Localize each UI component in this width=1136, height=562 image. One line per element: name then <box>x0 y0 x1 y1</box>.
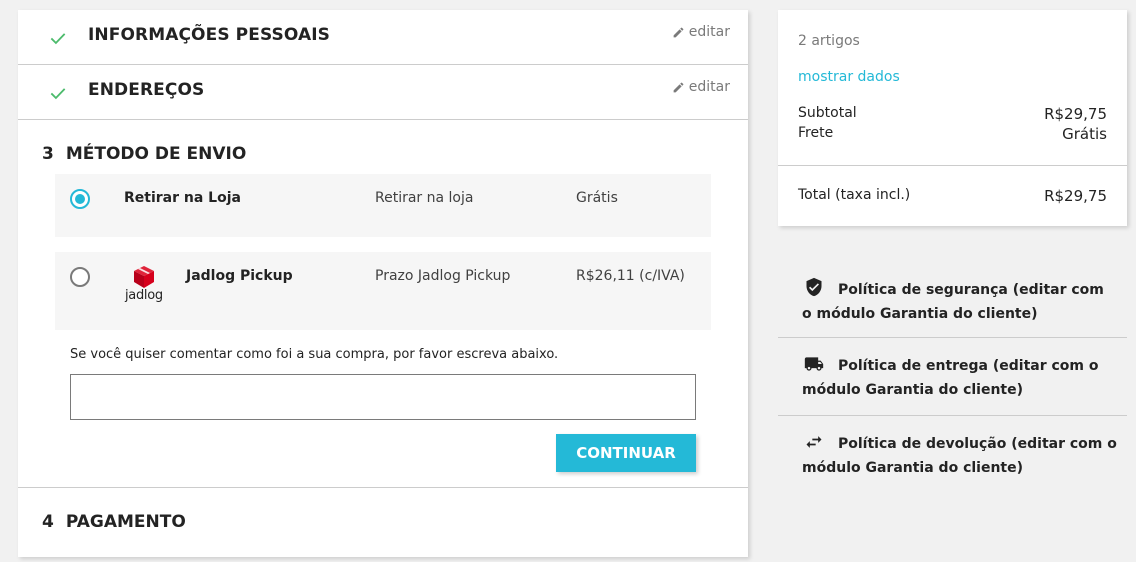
total-value: R$29,75 <box>1044 187 1107 205</box>
step-payment-title[interactable]: 4 PAGAMENTO <box>42 512 186 532</box>
divider <box>18 487 748 488</box>
jadlog-logo: jadlog <box>123 266 167 306</box>
carrier-delay: Prazo Jadlog Pickup <box>375 268 511 284</box>
shipping-row: Frete Grátis <box>798 125 1107 143</box>
cart-summary: 2 artigos mostrar dados Subtotal R$29,75… <box>778 10 1127 226</box>
comment-label: Se você quiser comentar como foi a sua c… <box>70 347 559 362</box>
reassurance-text: Política de segurança (editar com o módu… <box>802 282 1104 322</box>
carrier-name: Retirar na Loja <box>124 190 241 206</box>
carrier-option-jadlog-pickup[interactable]: jadlog Jadlog Pickup Prazo Jadlog Pickup… <box>55 252 711 330</box>
subtotal-value: R$29,75 <box>1044 105 1107 123</box>
subtotal-row: Subtotal R$29,75 <box>798 105 1107 123</box>
swap-arrows-icon <box>802 432 826 452</box>
step-number: 4 <box>42 512 54 532</box>
step-title: MÉTODO DE ENVIO <box>65 144 247 164</box>
reassurance-text: Política de entrega (editar com o módulo… <box>802 358 1099 398</box>
edit-label: editar <box>688 79 730 95</box>
edit-link[interactable]: editar <box>672 79 730 95</box>
total-label: Total (taxa incl.) <box>798 187 911 203</box>
check-icon <box>50 33 66 45</box>
step-title: ENDEREÇOS <box>88 80 205 100</box>
step-number: 3 <box>42 144 54 164</box>
carrier-price: R$26,11 (c/IVA) <box>576 268 685 284</box>
reassurance-text: Política de devolução (editar com o módu… <box>802 436 1117 476</box>
pencil-icon <box>673 27 684 37</box>
order-comment-textarea[interactable] <box>70 374 696 420</box>
reassurance-block: Política de segurança (editar com o módu… <box>778 260 1127 494</box>
subtotal-label: Subtotal <box>798 105 857 121</box>
edit-label: editar <box>688 24 730 40</box>
jadlog-logo-text: jadlog <box>125 288 163 303</box>
carrier-option-store-pickup[interactable]: Retirar na Loja Retirar na loja Grátis <box>55 174 711 237</box>
step-title: PAGAMENTO <box>65 512 186 532</box>
reassurance-item-delivery: Política de entrega (editar com o módulo… <box>778 338 1127 416</box>
cart-items-count: 2 artigos <box>798 33 860 49</box>
carrier-radio[interactable] <box>70 267 90 287</box>
carrier-delay: Retirar na loja <box>375 190 474 206</box>
truck-icon <box>802 354 826 374</box>
reassurance-item-returns: Política de devolução (editar com o módu… <box>778 416 1127 494</box>
step-addresses[interactable]: ENDEREÇOS editar <box>18 65 748 120</box>
carrier-radio[interactable] <box>70 189 90 209</box>
carrier-price: Grátis <box>576 190 618 206</box>
checkout-steps: INFORMAÇÕES PESSOAIS editar ENDEREÇOS ed… <box>18 10 748 557</box>
shield-check-icon <box>802 276 826 297</box>
divider <box>778 165 1127 166</box>
step-shipping-title: 3 MÉTODO DE ENVIO <box>42 144 246 164</box>
jadlog-box-icon <box>134 266 154 288</box>
pencil-icon <box>673 82 684 92</box>
step-title: INFORMAÇÕES PESSOAIS <box>88 25 331 45</box>
shipping-label: Frete <box>798 125 834 141</box>
check-icon <box>50 88 66 100</box>
total-row: Total (taxa incl.) R$29,75 <box>798 187 1107 205</box>
show-details-link[interactable]: mostrar dados <box>798 69 900 85</box>
continue-button[interactable]: CONTINUAR <box>556 434 696 472</box>
edit-link[interactable]: editar <box>672 24 730 40</box>
carrier-name: Jadlog Pickup <box>186 268 293 284</box>
step-personal-information[interactable]: INFORMAÇÕES PESSOAIS editar <box>18 10 748 65</box>
shipping-value: Grátis <box>1062 125 1107 143</box>
reassurance-item-security: Política de segurança (editar com o módu… <box>778 260 1127 338</box>
